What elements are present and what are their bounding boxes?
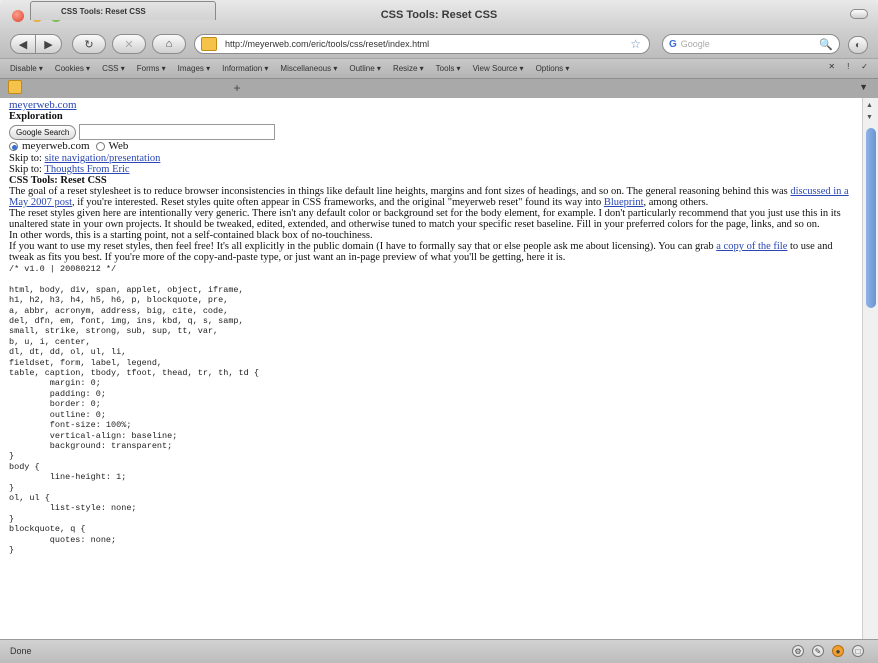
firebug-icon[interactable]: ● bbox=[832, 645, 844, 657]
devbar-status-icon[interactable]: ✓ bbox=[861, 62, 868, 71]
file-copy-link[interactable]: a copy of the file bbox=[716, 241, 787, 252]
pencil-icon[interactable]: ✎ bbox=[812, 645, 824, 657]
page-title: CSS Tools: Reset CSS bbox=[9, 175, 107, 186]
generic-paragraph: The reset styles given here are intentio… bbox=[9, 208, 841, 230]
devbar-menu-item[interactable]: Information ▾ bbox=[222, 64, 268, 73]
radio-web-label: Web bbox=[108, 140, 129, 152]
devbar-menu-item[interactable]: Images ▾ bbox=[178, 64, 210, 73]
devbar-status-icon[interactable]: ! bbox=[847, 62, 849, 71]
devbar-menu-item[interactable]: Cookies ▾ bbox=[55, 64, 90, 73]
status-icons: ⚙ ✎ ● □ bbox=[792, 645, 864, 657]
intro-paragraph: The goal of a reset stylesheet is to red… bbox=[9, 186, 856, 208]
devbar-menu-item[interactable]: Tools ▾ bbox=[436, 64, 461, 73]
skip-link-row: Skip to: site navigation/presentation bbox=[9, 153, 856, 164]
square-icon[interactable]: □ bbox=[852, 645, 864, 657]
search-scope: meyerweb.com Web bbox=[9, 141, 856, 152]
home-icon: ⌂ bbox=[165, 38, 173, 50]
text: The goal of a reset stylesheet is to red… bbox=[9, 186, 791, 197]
devbar-menu-item[interactable]: Outline ▾ bbox=[349, 64, 381, 73]
status-bar: Done ⚙ ✎ ● □ bbox=[0, 639, 878, 663]
scroll-up-icon[interactable]: ▲ bbox=[866, 102, 873, 109]
scroll-down-icon[interactable]: ▼ bbox=[866, 114, 873, 121]
section-label: Exploration bbox=[9, 111, 63, 122]
addon-button[interactable]: ◐ bbox=[848, 36, 868, 54]
status-text: Done bbox=[10, 646, 32, 656]
addon-icon: ◐ bbox=[854, 39, 862, 51]
devbar-menu-item[interactable]: CSS ▾ bbox=[102, 64, 125, 73]
page-content: meyerweb.com Exploration Google Search m… bbox=[0, 98, 862, 639]
reload-button[interactable]: ↻ bbox=[72, 34, 106, 54]
starting-point-paragraph: In other words, this is a starting point… bbox=[9, 230, 373, 241]
back-button[interactable]: ◀ bbox=[10, 34, 36, 54]
site-search-form: Google Search bbox=[9, 124, 856, 140]
web-developer-toolbar: Disable ▾ Cookies ▾ CSS ▾ Forms ▾ Images ▾ In… bbox=[0, 58, 878, 78]
text: , if you're interested. Reset styles qui… bbox=[72, 197, 604, 208]
tab-list-button[interactable]: ▼ bbox=[859, 82, 868, 92]
devbar-menu-item[interactable]: Disable ▾ bbox=[10, 64, 43, 73]
reload-icon: ↻ bbox=[84, 38, 94, 51]
url-text[interactable]: http://meyerweb.com/eric/tools/css/reset… bbox=[225, 39, 630, 49]
browser-window: CSS Tools: Reset CSS ◀ ▶ ↻ ✕ ⌂ http://me… bbox=[0, 0, 878, 663]
text: If you want to use my reset styles, then… bbox=[9, 241, 717, 252]
skip-prefix: Skip to: bbox=[9, 153, 45, 164]
stop-icon: ✕ bbox=[124, 38, 134, 51]
skip-link-row: Skip to: Thoughts From Eric bbox=[9, 164, 856, 175]
tab-active[interactable]: CSS Tools: Reset CSS bbox=[30, 1, 216, 20]
skip-prefix: Skip to: bbox=[9, 164, 45, 175]
navigation-toolbar: ◀ ▶ ↻ ✕ ⌂ http://meyerweb.com/eric/tools… bbox=[0, 30, 878, 58]
devbar-menu-item[interactable]: Options ▾ bbox=[536, 64, 570, 73]
gear-icon[interactable]: ⚙ bbox=[792, 645, 804, 657]
devbar-menu-item[interactable]: Miscellaneous ▾ bbox=[280, 64, 337, 73]
bookmark-star-icon[interactable]: ☆ bbox=[630, 37, 641, 51]
devbar-menu-item[interactable]: Resize ▾ bbox=[393, 64, 424, 73]
vertical-scrollbar[interactable]: ▲ ▼ bbox=[862, 98, 878, 639]
scroll-thumb[interactable] bbox=[866, 128, 876, 308]
reset-css-code: /* v1.0 | 20080212 */ html, body, div, s… bbox=[9, 264, 259, 555]
search-input[interactable]: Google bbox=[681, 39, 820, 49]
skip-nav-link[interactable]: site navigation/presentation bbox=[45, 153, 161, 164]
back-arrow-icon: ◀ bbox=[18, 38, 28, 51]
search-engine-icon[interactable]: G bbox=[669, 39, 677, 50]
site-home-link[interactable]: meyerweb.com bbox=[9, 99, 77, 111]
forward-arrow-icon: ▶ bbox=[44, 38, 53, 51]
chevron-down-icon: ▼ bbox=[859, 82, 868, 92]
new-tab-button[interactable]: + bbox=[222, 80, 252, 96]
address-bar[interactable]: http://meyerweb.com/eric/tools/css/reset… bbox=[194, 34, 650, 54]
blueprint-link[interactable]: Blueprint bbox=[604, 197, 644, 208]
devbar-status-icon[interactable]: ✕ bbox=[828, 62, 835, 71]
tab-label: CSS Tools: Reset CSS bbox=[61, 6, 146, 16]
skip-thoughts-link[interactable]: Thoughts From Eric bbox=[44, 164, 129, 175]
toolbar-toggle-button[interactable] bbox=[850, 9, 868, 19]
tab-strip bbox=[0, 78, 878, 98]
site-favicon-icon bbox=[201, 37, 217, 51]
forward-button[interactable]: ▶ bbox=[36, 34, 62, 54]
plus-icon: + bbox=[233, 81, 241, 95]
radio-web[interactable] bbox=[95, 142, 105, 151]
radio-site-label: meyerweb.com bbox=[22, 140, 90, 152]
stop-button[interactable]: ✕ bbox=[112, 34, 146, 54]
magnifier-icon[interactable]: 🔍 bbox=[819, 38, 833, 51]
text: , among others. bbox=[643, 197, 709, 208]
site-search-input[interactable] bbox=[79, 124, 276, 140]
devbar-menu-item[interactable]: View Source ▾ bbox=[473, 64, 524, 73]
license-paragraph: If you want to use my reset styles, then… bbox=[9, 241, 856, 263]
devbar-status-icons: ✕! ✓ bbox=[828, 62, 868, 71]
radio-site[interactable] bbox=[9, 142, 18, 151]
google-search-button[interactable]: Google Search bbox=[9, 124, 77, 140]
search-bar[interactable]: G Google 🔍 bbox=[662, 34, 840, 54]
devbar-menu-item[interactable]: Forms ▾ bbox=[137, 64, 166, 73]
home-button[interactable]: ⌂ bbox=[152, 34, 186, 54]
tab-favicon-icon bbox=[8, 80, 22, 94]
